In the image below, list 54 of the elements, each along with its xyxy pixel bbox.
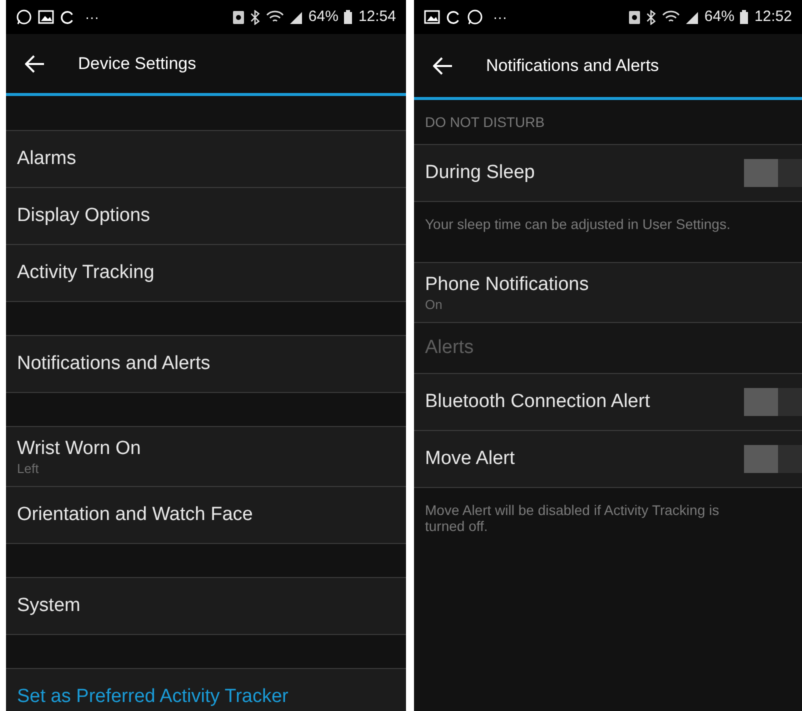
battery-percent: 64% — [704, 6, 734, 27]
signal-icon — [686, 10, 698, 24]
settings-item[interactable]: Display Options — [6, 187, 406, 244]
item-label: Notifications and Alerts — [17, 352, 212, 376]
settings-item[interactable]: Notifications and Alerts — [6, 335, 406, 392]
toggle-label: During Sleep — [425, 160, 536, 185]
note-text: Your sleep time can be adjusted in User Settings. — [425, 216, 732, 232]
settings-item[interactable]: Wrist Worn On Left — [6, 426, 406, 486]
item-value: On — [425, 296, 444, 312]
settings-item[interactable]: Activity Tracking — [6, 244, 406, 301]
overflow-dots: ··· — [493, 8, 507, 26]
clock: 12:52 — [754, 6, 792, 27]
item-label: Activity Tracking — [17, 261, 156, 285]
image-icon — [38, 10, 54, 24]
section-header: DO NOT DISTURB — [425, 112, 545, 132]
toggle-switch[interactable] — [744, 159, 802, 187]
settings-item[interactable]: System — [6, 577, 406, 634]
item-label: Orientation and Watch Face — [17, 503, 254, 527]
back-arrow-icon — [433, 56, 453, 74]
settings-item[interactable]: Phone Notifications On — [414, 262, 802, 322]
sync-icon — [60, 10, 75, 24]
signal-icon — [290, 10, 302, 24]
toggle-label: Move Alert — [425, 446, 516, 471]
note-text: Move Alert will be disabled if Activity Tracking is turned off. — [425, 502, 720, 534]
item-label: System — [17, 594, 82, 618]
overflow-dots: ··· — [85, 8, 99, 26]
item-label: Phone Notifications — [425, 272, 590, 296]
toggle-label: Bluetooth Connection Alert — [425, 390, 651, 414]
item-label: Alarms — [17, 147, 78, 171]
wifi-icon — [662, 10, 680, 24]
back-arrow-icon — [25, 54, 45, 72]
bluetooth-icon — [250, 10, 260, 24]
toggle-switch[interactable] — [744, 388, 802, 416]
battery-saver-icon — [629, 10, 640, 24]
image-icon — [424, 10, 440, 24]
item-label: Display Options — [17, 204, 152, 228]
toggle-switch[interactable] — [744, 445, 802, 473]
battery-percent: 64% — [308, 6, 338, 27]
clock: 12:54 — [358, 6, 396, 27]
item-label: Wrist Worn On — [17, 436, 142, 460]
chat-icon — [467, 9, 483, 25]
bluetooth-icon — [646, 10, 656, 24]
screen-title: Notifications and Alerts — [486, 54, 659, 77]
chat-icon — [16, 9, 32, 25]
battery-icon — [740, 10, 748, 24]
battery-icon — [344, 10, 352, 24]
screen-title: Device Settings — [78, 52, 196, 75]
settings-item[interactable]: Orientation and Watch Face — [6, 486, 406, 543]
item-value: Left — [17, 460, 40, 476]
wifi-icon — [266, 10, 284, 24]
section-header: Alerts — [425, 336, 474, 360]
sync-icon — [446, 10, 461, 24]
settings-item[interactable]: Alarms — [6, 130, 406, 187]
battery-saver-icon — [233, 10, 244, 24]
